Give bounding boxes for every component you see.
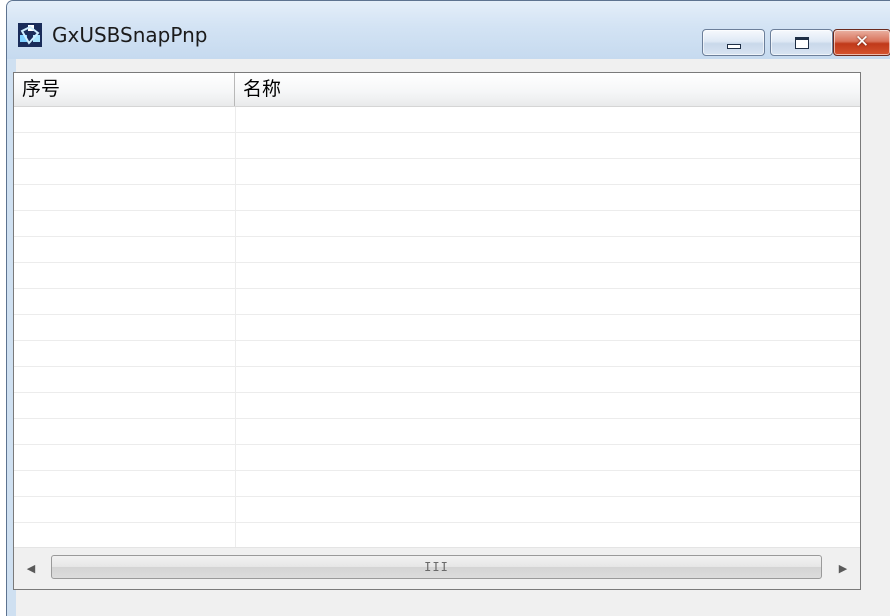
app-icon [18,23,42,47]
maximize-button[interactable] [770,29,833,56]
scrollbar-thumb[interactable]: III [51,555,822,579]
scroll-right-button[interactable]: ▶ [826,548,860,589]
minimize-icon [726,44,741,49]
column-header-name[interactable]: 名称 [235,73,860,106]
list-rows[interactable] [14,107,860,547]
window-title: GxUSBSnapPnp [52,23,208,47]
grip-icon: III [424,560,449,574]
column-header-index[interactable]: 序号 [14,73,235,106]
list-header: 序号 名称 [14,73,860,107]
close-button[interactable]: ✕ [833,29,890,56]
list-view[interactable]: 序号 名称 ◀ III ▶ [13,72,861,590]
scroll-right-icon: ▶ [838,562,848,575]
minimize-button[interactable] [702,29,765,56]
title-bar[interactable]: GxUSBSnapPnp ✕ [7,1,890,59]
horizontal-scrollbar[interactable]: ◀ III ▶ [14,547,860,589]
close-icon: ✕ [854,32,870,52]
scroll-left-icon: ◀ [26,562,36,575]
maximize-icon [794,36,809,49]
scroll-left-button[interactable]: ◀ [14,548,48,589]
column-divider [235,107,236,547]
